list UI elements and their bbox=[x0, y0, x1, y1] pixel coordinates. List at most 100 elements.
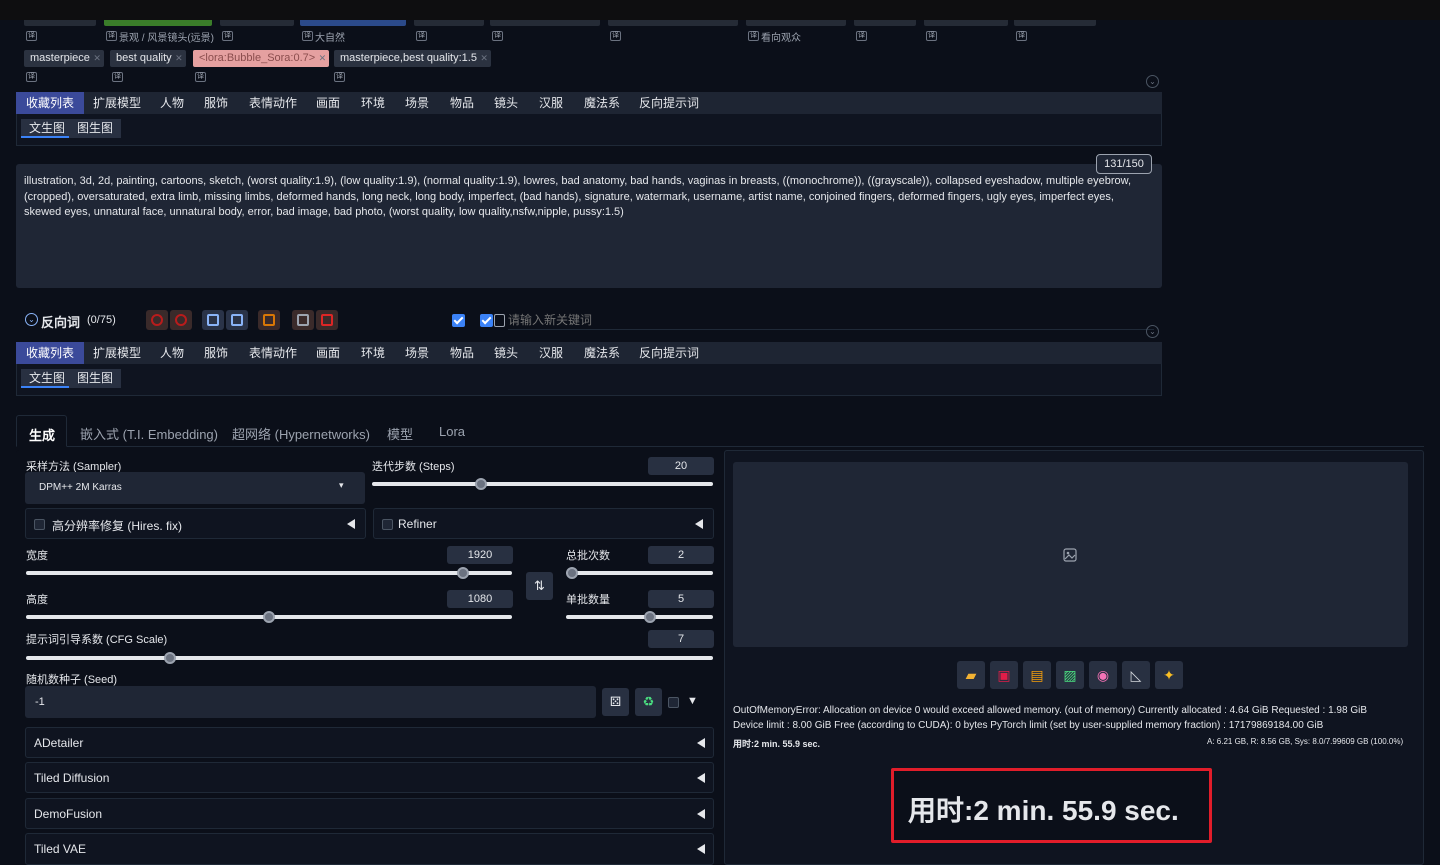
translate-icon[interactable]: 译 bbox=[926, 31, 937, 41]
hires-fix-checkbox[interactable] bbox=[34, 519, 45, 530]
seed-input[interactable]: -1 bbox=[25, 686, 596, 718]
collapse-arrow-icon[interactable] bbox=[347, 519, 355, 529]
subtab-txt2img[interactable]: 文生图 bbox=[21, 369, 74, 388]
subtab-img2img[interactable]: 图生图 bbox=[69, 119, 122, 138]
batch-count-slider[interactable] bbox=[566, 571, 713, 575]
dice-icon[interactable]: ⚄ bbox=[602, 688, 629, 716]
clear-red-button[interactable] bbox=[170, 310, 192, 330]
translate-icon[interactable]: 译 bbox=[492, 31, 503, 41]
tiled-vae-accordion[interactable]: Tiled VAE bbox=[25, 833, 714, 865]
keyword-input[interactable] bbox=[508, 310, 1154, 330]
tiled-diffusion-accordion[interactable]: Tiled Diffusion bbox=[25, 762, 714, 793]
refiner-checkbox[interactable] bbox=[382, 519, 393, 530]
category-tab[interactable]: 场景 bbox=[405, 342, 429, 364]
translate-icon[interactable]: 译 bbox=[26, 72, 37, 82]
category-tab[interactable]: 场景 bbox=[405, 92, 429, 114]
category-tab[interactable]: 收藏列表 bbox=[16, 342, 85, 364]
category-tab[interactable]: 汉服 bbox=[539, 342, 563, 364]
tab-lora[interactable]: Lora bbox=[439, 424, 465, 439]
refiner-accordion[interactable]: Refiner bbox=[373, 508, 714, 539]
category-tab[interactable]: 反向提示词 bbox=[639, 342, 699, 364]
lora-chip[interactable]: <lora:Bubble_Sora:0.7> ✕ bbox=[193, 50, 330, 67]
batch-size-slider[interactable] bbox=[566, 615, 713, 619]
batch-size-slider-thumb[interactable] bbox=[643, 611, 656, 623]
translate-button[interactable] bbox=[258, 310, 280, 330]
chevron-down-icon[interactable]: ⌄ bbox=[25, 313, 38, 326]
translate-icon[interactable]: 译 bbox=[106, 31, 117, 41]
ruler-icon[interactable]: ◺ bbox=[1122, 661, 1150, 689]
tab-hypernetworks[interactable]: 超网络 (Hypernetworks) bbox=[232, 424, 370, 443]
category-tab[interactable]: 环境 bbox=[361, 342, 385, 364]
negative-prompt-textarea[interactable]: illustration, 3d, 2d, painting, cartoons… bbox=[16, 164, 1162, 288]
translate-icon[interactable]: 译 bbox=[856, 31, 867, 41]
batch-count-input[interactable]: 2 bbox=[648, 546, 714, 564]
close-icon[interactable]: ✕ bbox=[93, 50, 101, 67]
translate-icon[interactable]: 译 bbox=[1016, 31, 1027, 41]
category-tab[interactable]: 画面 bbox=[316, 92, 340, 114]
height-input[interactable]: 1080 bbox=[447, 590, 513, 608]
category-tab[interactable]: 画面 bbox=[316, 342, 340, 364]
category-tab[interactable]: 物品 bbox=[450, 342, 474, 364]
translate-icon[interactable]: 译 bbox=[195, 72, 206, 82]
subtab-txt2img[interactable]: 文生图 bbox=[21, 119, 74, 138]
category-tab[interactable]: 汉服 bbox=[539, 92, 563, 114]
folder-icon[interactable]: ▰ bbox=[957, 661, 985, 689]
chevron-down-icon[interactable]: ⌄ bbox=[1146, 75, 1159, 88]
category-tab[interactable]: 扩展模型 bbox=[93, 92, 141, 114]
close-icon[interactable]: ✕ bbox=[319, 50, 327, 67]
chevron-down-icon[interactable]: ⌄ bbox=[1146, 325, 1159, 338]
steps-slider[interactable] bbox=[372, 482, 713, 486]
translate-icon[interactable]: 译 bbox=[610, 31, 621, 41]
edit-button[interactable] bbox=[202, 310, 224, 330]
swap-dimensions-button[interactable]: ⇅ bbox=[526, 572, 553, 600]
close-icon[interactable]: ✕ bbox=[175, 50, 183, 67]
translate-icon[interactable]: 译 bbox=[334, 72, 345, 82]
category-tab[interactable]: 镜头 bbox=[494, 92, 518, 114]
prompt-chip[interactable]: masterpiece ✕ bbox=[24, 50, 104, 67]
collapse-arrow-icon[interactable] bbox=[695, 519, 703, 529]
save-icon[interactable]: ▣ bbox=[990, 661, 1018, 689]
batch-count-slider-thumb[interactable] bbox=[565, 567, 578, 579]
bookmark-button[interactable] bbox=[226, 310, 248, 330]
toggle-box[interactable] bbox=[494, 314, 505, 327]
category-tab[interactable]: 收藏列表 bbox=[16, 92, 85, 114]
sampler-dropdown[interactable]: DPM++ 2M Karras ▾ bbox=[25, 472, 365, 504]
zip-icon[interactable]: ▤ bbox=[1023, 661, 1051, 689]
chevron-down-icon[interactable]: ▼ bbox=[687, 695, 698, 707]
category-tab[interactable]: 扩展模型 bbox=[93, 342, 141, 364]
width-input[interactable]: 1920 bbox=[447, 546, 513, 564]
keyword-checkbox[interactable] bbox=[480, 314, 493, 327]
category-tab[interactable]: 反向提示词 bbox=[639, 92, 699, 114]
category-tab[interactable]: 人物 bbox=[160, 342, 184, 364]
category-tab[interactable]: 魔法系 bbox=[584, 342, 620, 364]
steps-input[interactable]: 20 bbox=[648, 457, 714, 475]
width-slider[interactable] bbox=[26, 571, 512, 575]
category-tab[interactable]: 服饰 bbox=[204, 342, 228, 364]
translate-icon[interactable]: 译 bbox=[112, 72, 123, 82]
delete-icon[interactable] bbox=[316, 310, 338, 330]
hires-fix-accordion[interactable]: 高分辨率修复 (Hires. fix) bbox=[25, 508, 366, 539]
demofusion-accordion[interactable]: DemoFusion bbox=[25, 798, 714, 829]
translate-icon[interactable]: 译 bbox=[748, 31, 759, 41]
translate-icon[interactable]: 译 bbox=[416, 31, 427, 41]
category-tab[interactable]: 魔法系 bbox=[584, 92, 620, 114]
category-tab[interactable]: 表情动作 bbox=[249, 92, 297, 114]
category-tab[interactable]: 服饰 bbox=[204, 92, 228, 114]
batch-size-input[interactable]: 5 bbox=[648, 590, 714, 608]
close-icon[interactable]: ✕ bbox=[480, 50, 488, 67]
tab-generate[interactable]: 生成 bbox=[16, 415, 67, 447]
clear-red-button[interactable] bbox=[146, 310, 168, 330]
keyword-checkbox[interactable] bbox=[452, 314, 465, 327]
output-image-area[interactable] bbox=[733, 462, 1408, 647]
tab-embedding[interactable]: 嵌入式 (T.I. Embedding) bbox=[80, 424, 218, 443]
palette-icon[interactable]: ◉ bbox=[1089, 661, 1117, 689]
category-tab[interactable]: 物品 bbox=[450, 92, 474, 114]
translate-icon[interactable]: 译 bbox=[26, 31, 37, 41]
category-tab[interactable]: 镜头 bbox=[494, 342, 518, 364]
recycle-icon[interactable]: ♻ bbox=[635, 688, 662, 716]
subtab-img2img[interactable]: 图生图 bbox=[69, 369, 122, 388]
category-tab[interactable]: 环境 bbox=[361, 92, 385, 114]
translate-icon[interactable]: 译 bbox=[302, 31, 313, 41]
copy-button[interactable] bbox=[292, 310, 314, 330]
cfg-slider[interactable] bbox=[26, 656, 713, 660]
